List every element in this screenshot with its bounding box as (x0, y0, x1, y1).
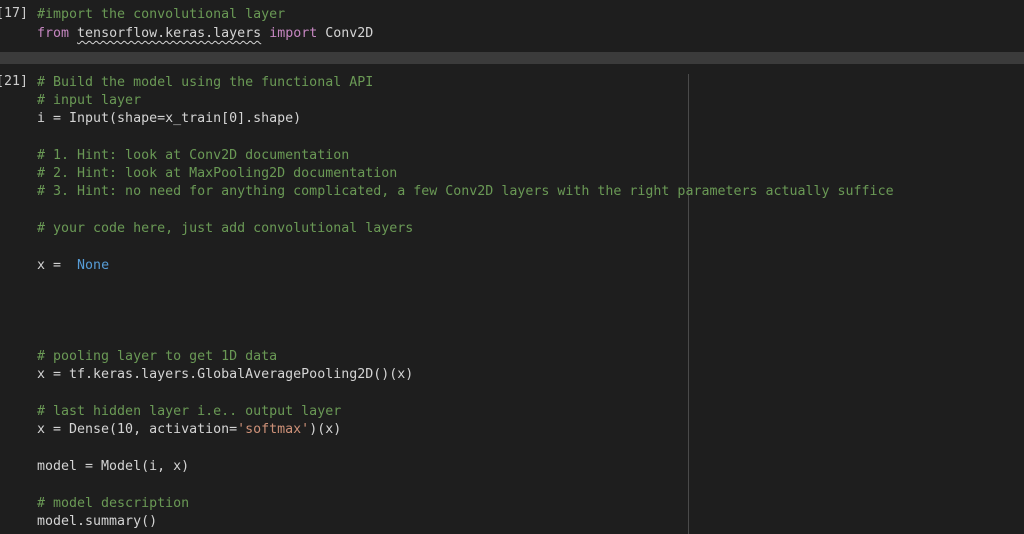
code-line-assign-none: x = None (37, 257, 109, 275)
dense-call: x = Dense(10, activation= (37, 422, 238, 437)
code-line-comment: # your code here, just add convolutional… (37, 221, 414, 236)
none-constant: None (77, 258, 110, 273)
execution-count: [21] (0, 74, 29, 89)
code-line-dense: x = Dense(10, activation='softmax')(x) (37, 421, 341, 439)
code-line-comment: # pooling layer to get 1D data (37, 349, 278, 364)
code-line-comment: # 3. Hint: no need for anything complica… (37, 184, 894, 199)
execution-count: [17] (0, 6, 29, 21)
code-cell-model[interactable]: [21] # Build the model using the functio… (0, 64, 1024, 534)
cell-separator (0, 52, 1024, 64)
activation-string: 'softmax' (237, 422, 310, 437)
code-line-summary: model.summary() (37, 514, 158, 529)
code-line-pooling: x = tf.keras.layers.GlobalAveragePooling… (37, 367, 414, 382)
code-line-import: from tensorflow.keras.layers import Conv… (37, 25, 373, 43)
keyword-from: from (37, 26, 70, 41)
code-line-comment: #import the convolutional layer (37, 7, 286, 22)
code-line-model: model = Model(i, x) (37, 459, 190, 474)
code-line-comment: # 1. Hint: look at Conv2D documentation (37, 148, 350, 163)
keyword-import: import (269, 26, 318, 41)
code-cell-import[interactable]: [17] #import the convolutional layer fro… (0, 0, 1024, 52)
imported-name: Conv2D (325, 26, 374, 41)
column-ruler (688, 74, 689, 534)
code-line-comment: # input layer (37, 93, 142, 108)
assign-lhs: x = (37, 258, 70, 273)
module-name: tensorflow.keras.layers (77, 26, 262, 41)
code-line-comment: # 2. Hint: look at MaxPooling2D document… (37, 166, 398, 181)
dense-call-end: )(x) (309, 422, 342, 437)
code-line-input: i = Input(shape=x_train[0].shape) (37, 111, 302, 126)
code-line-comment: # Build the model using the functional A… (37, 75, 374, 90)
code-line-comment: # last hidden layer i.e.. output layer (37, 404, 342, 419)
code-line-comment: # model description (37, 496, 190, 511)
